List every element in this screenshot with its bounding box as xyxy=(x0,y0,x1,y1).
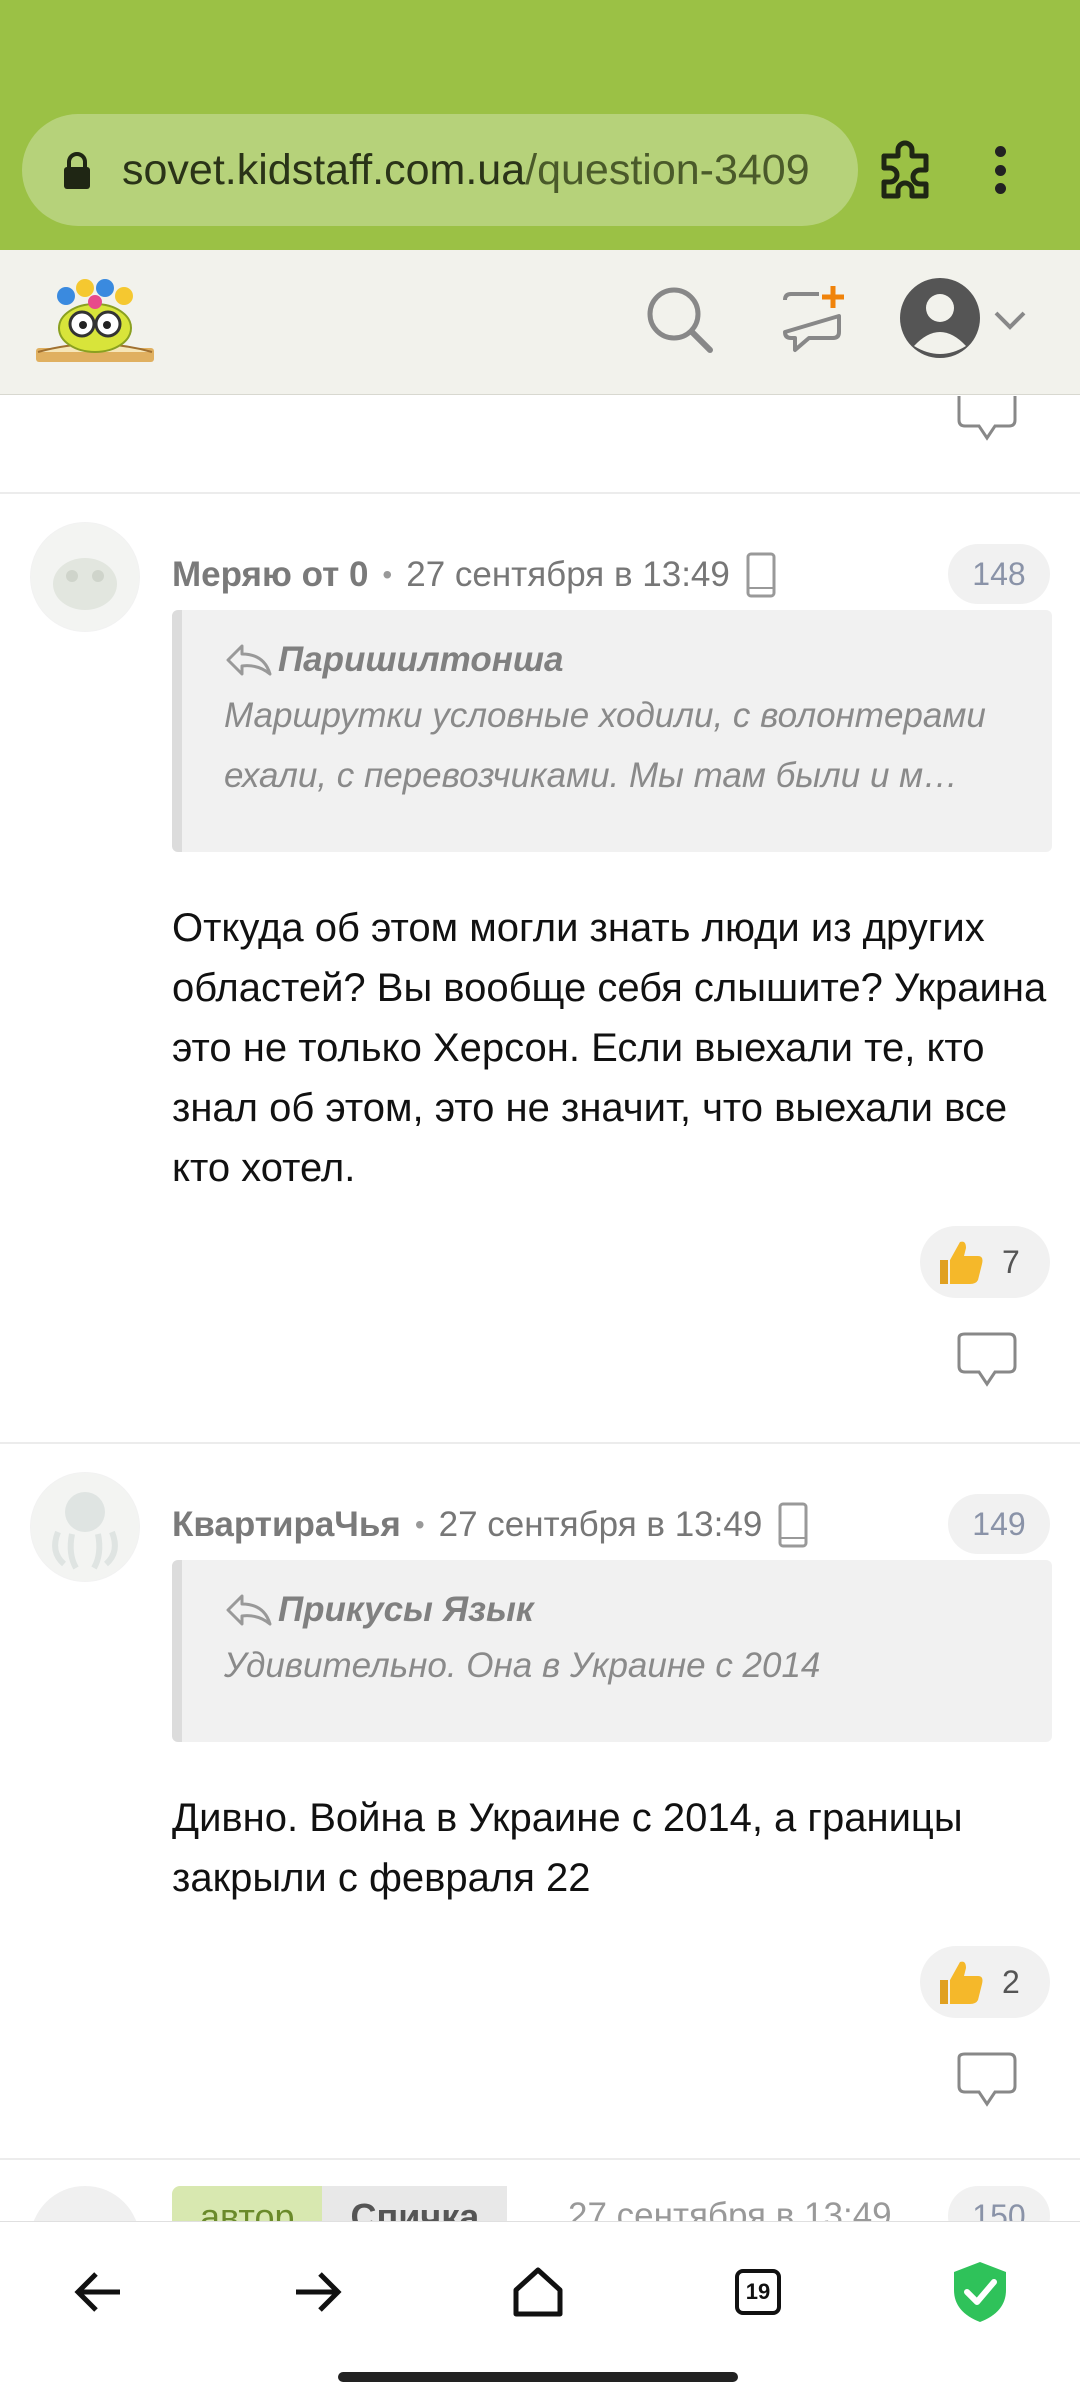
reply-arrow-icon xyxy=(226,644,272,676)
avatar[interactable] xyxy=(30,522,140,632)
quote-text: Удивительно. Она в Украине с 2014 xyxy=(224,1646,821,1685)
user-avatar[interactable] xyxy=(898,276,982,360)
avatar[interactable] xyxy=(30,2186,140,2221)
quote-author: Прикусы Язык xyxy=(224,1590,1052,1630)
lock-icon xyxy=(64,152,90,189)
like-button[interactable]: 2 xyxy=(920,1946,1050,2018)
comment-author: Спичка xyxy=(322,2186,508,2221)
thumbs-up-icon xyxy=(940,1961,983,2004)
quote-author-name: Паришилтонша xyxy=(278,640,564,679)
puzzle-extension-icon[interactable] xyxy=(870,134,942,206)
tabs-count: 19 xyxy=(735,2269,781,2315)
like-button[interactable]: 7 xyxy=(920,1226,1050,1298)
comment-date: 27 сентября в 13:49 xyxy=(406,555,730,594)
comment-number[interactable]: 148 xyxy=(948,544,1050,604)
avatar[interactable] xyxy=(30,1472,140,1582)
url-text: sovet.kidstaff.com.ua/question-3409 xyxy=(122,114,842,226)
home-icon xyxy=(513,2267,563,2317)
comment-date: 27 сентября в 13:49 xyxy=(438,1505,763,1544)
shield-check-icon xyxy=(954,2262,1006,2322)
like-count: 7 xyxy=(1002,1243,1020,1280)
reply-icon[interactable] xyxy=(955,396,1019,442)
quote-text: Маршрутки условные ходили, с волонтерами… xyxy=(224,696,986,795)
url-path: /question-3409 xyxy=(525,146,810,194)
site-header xyxy=(0,250,1080,395)
comment-number[interactable]: 149 xyxy=(948,1494,1050,1554)
reply-arrow-icon xyxy=(226,1594,272,1626)
url-host: sovet.kidstaff.com.ua xyxy=(122,146,526,194)
comments-list: Меряю от 0 • 27 сентября в 13:49 148 Пар… xyxy=(0,396,1080,2221)
quote-block[interactable]: Прикусы Язык Удивительно. Она в Украине … xyxy=(172,1560,1052,1742)
comment-author[interactable]: КвартираЧья xyxy=(172,1505,401,1545)
comment-author[interactable]: Меряю от 0 xyxy=(172,555,368,595)
reply-icon[interactable] xyxy=(955,2052,1019,2108)
comment-body: Дивно. Война в Украине с 2014, а границы… xyxy=(172,1796,963,1900)
chevron-down-icon[interactable] xyxy=(990,305,1030,335)
new-topic-icon[interactable] xyxy=(775,280,855,360)
kidstaff-logo[interactable] xyxy=(30,266,160,376)
mobile-phone-icon xyxy=(778,1502,808,1548)
divider xyxy=(0,1442,1080,1444)
quote-author-name: Прикусы Язык xyxy=(278,1590,534,1629)
mobile-phone-icon xyxy=(746,552,776,598)
comment-date: 27 сентября в 13:49 xyxy=(568,2196,892,2221)
comment-number[interactable]: 150 xyxy=(948,2186,1050,2221)
browser-menu-icon[interactable] xyxy=(985,140,1015,200)
home-button[interactable] xyxy=(498,2252,578,2332)
quote-author: Паришилтонша xyxy=(224,640,1052,680)
shield-button[interactable] xyxy=(940,2252,1020,2332)
reply-icon[interactable] xyxy=(955,1332,1019,1388)
author-tag[interactable]: автор Спичка xyxy=(172,2186,508,2221)
gesture-bar[interactable] xyxy=(338,2372,738,2382)
thumbs-up-icon xyxy=(940,1241,983,1284)
arrow-right-icon xyxy=(296,2272,342,2312)
forward-button[interactable] xyxy=(278,2252,358,2332)
like-count: 2 xyxy=(1002,1963,1020,2000)
comment-meta: КвартираЧья • 27 сентября в 13:49 xyxy=(172,1502,808,1548)
tabs-button[interactable]: 19 xyxy=(718,2252,798,2332)
back-button[interactable] xyxy=(58,2252,138,2332)
comment-body: Откуда об этом могли знать люди из други… xyxy=(172,906,1047,1190)
browser-toolbar: sovet.kidstaff.com.ua/question-3409 xyxy=(0,0,1080,250)
quote-block[interactable]: Паришилтонша Маршрутки условные ходили, … xyxy=(172,610,1052,852)
author-badge: автор xyxy=(172,2186,323,2221)
search-icon[interactable] xyxy=(640,280,720,360)
comment-meta: Меряю от 0 • 27 сентября в 13:49 xyxy=(172,552,776,598)
arrow-left-icon xyxy=(74,2272,120,2312)
address-bar[interactable]: sovet.kidstaff.com.ua/question-3409 xyxy=(22,114,858,226)
divider xyxy=(0,492,1080,494)
divider xyxy=(0,2158,1080,2160)
